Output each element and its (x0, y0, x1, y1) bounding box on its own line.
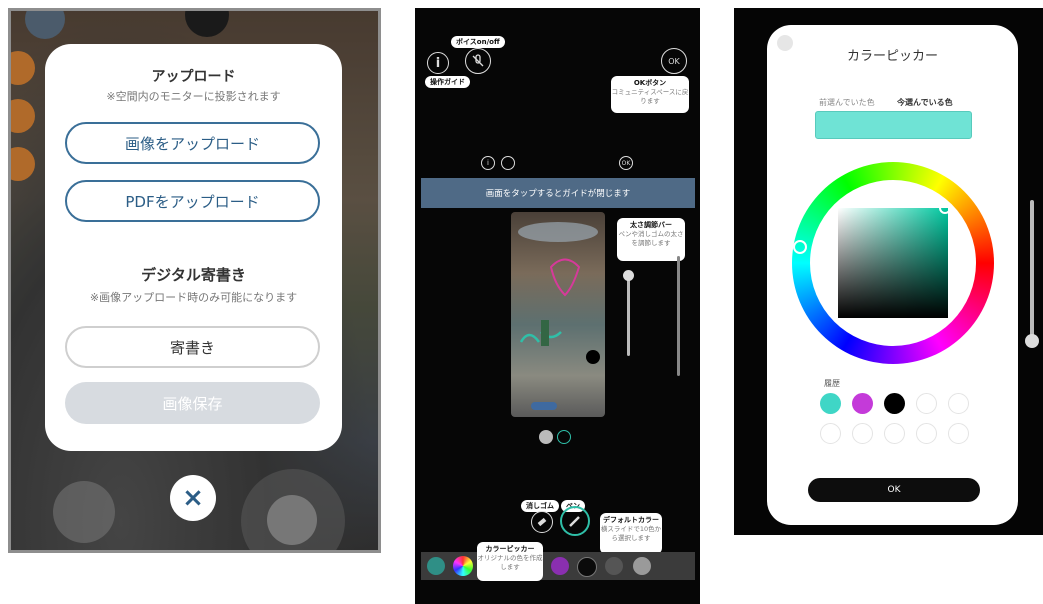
sv-picker-handle[interactable] (939, 202, 951, 214)
history-slot-empty[interactable] (948, 393, 969, 414)
default-color-guide-box: デフォルトカラー 横スライドで10色から選択します (600, 513, 662, 554)
previous-color-label: 前選んでいた色 (819, 98, 875, 107)
eraser-tool-button[interactable] (531, 511, 553, 533)
save-image-button[interactable]: 画像保存 (65, 382, 320, 424)
history-slot-empty[interactable] (916, 423, 937, 444)
palette-color-dark-grey[interactable] (605, 557, 623, 575)
guide-tag: 操作ガイド (425, 76, 470, 88)
thickness-slider-track-right[interactable] (677, 256, 680, 376)
ok-button[interactable]: OK (808, 478, 980, 502)
brightness-slider-track[interactable] (1030, 200, 1034, 340)
color-picker-guide-box: カラーピッカー オリジナルの色を作成します (477, 542, 543, 581)
info-icon[interactable]: i (427, 52, 449, 74)
pen-tool-button[interactable] (560, 506, 590, 536)
hue-picker-handle[interactable] (793, 240, 807, 254)
info-small-icon: i (481, 156, 495, 170)
color-picker-title: カラーピッカー (846, 49, 938, 64)
color-picker-wheel-icon[interactable] (453, 556, 473, 576)
upload-dialog: アップロード ※空間内のモニターに投影されます 画像をアップロード PDFをアッ… (45, 44, 342, 451)
ok-guide-desc: コミュニティスペースに戻ります (611, 88, 689, 106)
palette-color-grey[interactable] (633, 557, 651, 575)
history-color-teal[interactable] (820, 393, 841, 414)
thickness-slider-track[interactable] (627, 276, 630, 356)
thickness-guide-box: 太さ調節バー ペンや消しゴムの太さを調節します (617, 218, 685, 261)
upload-image-button[interactable]: 画像をアップロード (65, 122, 320, 164)
color-picker-screen: カラーピッカー 前選んでいた色 今選んでいる色 履歴 OK (734, 8, 1043, 535)
history-slot-empty[interactable] (948, 423, 969, 444)
eraser-small-icon (539, 430, 553, 444)
current-color-preview (815, 111, 972, 139)
mic-small-icon (501, 156, 515, 170)
canvas-preview (511, 212, 605, 417)
voice-tag: ボイスon/off (451, 36, 505, 48)
move-up-hud-button[interactable] (53, 481, 115, 543)
ok-small-icon: OK (619, 156, 633, 170)
joystick-knob[interactable] (267, 495, 317, 545)
history-label: 履歴 (824, 379, 840, 388)
digital-yosegaki-note: ※画像アップロード時のみ可能になります (89, 291, 298, 304)
ok-circle-button[interactable]: OK (661, 48, 687, 74)
palette-color-black[interactable] (577, 557, 597, 577)
close-guide-banner[interactable]: 画面をタップするとガイドが閉じます (421, 178, 695, 208)
thickness-slider-knob[interactable] (623, 270, 634, 281)
default-color-guide-desc: 横スライドで10色から選択します (600, 525, 662, 543)
upload-title: アップロード (151, 69, 236, 85)
digital-yosegaki-title: デジタル寄書き (141, 266, 246, 284)
saturation-value-square[interactable] (838, 208, 948, 318)
guide-screen: ボイスon/off i 操作ガイド OK OKボタン コミュニティスペースに戻り… (415, 8, 700, 604)
history-color-magenta[interactable] (852, 393, 873, 414)
current-color-label: 今選んでいる色 (897, 98, 953, 107)
yosegaki-button[interactable]: 寄書き (65, 326, 320, 368)
history-slot-empty[interactable] (820, 423, 841, 444)
history-slot-empty[interactable] (852, 423, 873, 444)
color-picker-guide-desc: オリジナルの色を作成します (477, 554, 543, 572)
mic-mute-icon[interactable] (465, 48, 491, 74)
brightness-slider-knob[interactable] (1025, 334, 1039, 348)
palette-color-teal[interactable] (427, 557, 445, 575)
history-slot-empty[interactable] (916, 393, 937, 414)
upload-note: ※空間内のモニターに投影されます (106, 90, 281, 103)
palette-color-purple[interactable] (551, 557, 569, 575)
history-color-black[interactable] (884, 393, 905, 414)
upload-pdf-button[interactable]: PDFをアップロード (65, 180, 320, 222)
close-button[interactable]: × (170, 475, 216, 521)
color-picker-dialog: カラーピッカー 前選んでいた色 今選んでいる色 履歴 OK (767, 25, 1018, 525)
ok-guide-box: OKボタン コミュニティスペースに戻ります (611, 76, 689, 113)
pen-small-icon (557, 430, 571, 444)
thickness-guide-desc: ペンや消しゴムの太さを調節します (618, 230, 684, 248)
upload-screen: アップロード ※空間内のモニターに投影されます 画像をアップロード PDFをアッ… (8, 8, 381, 553)
history-slot-empty[interactable] (884, 423, 905, 444)
